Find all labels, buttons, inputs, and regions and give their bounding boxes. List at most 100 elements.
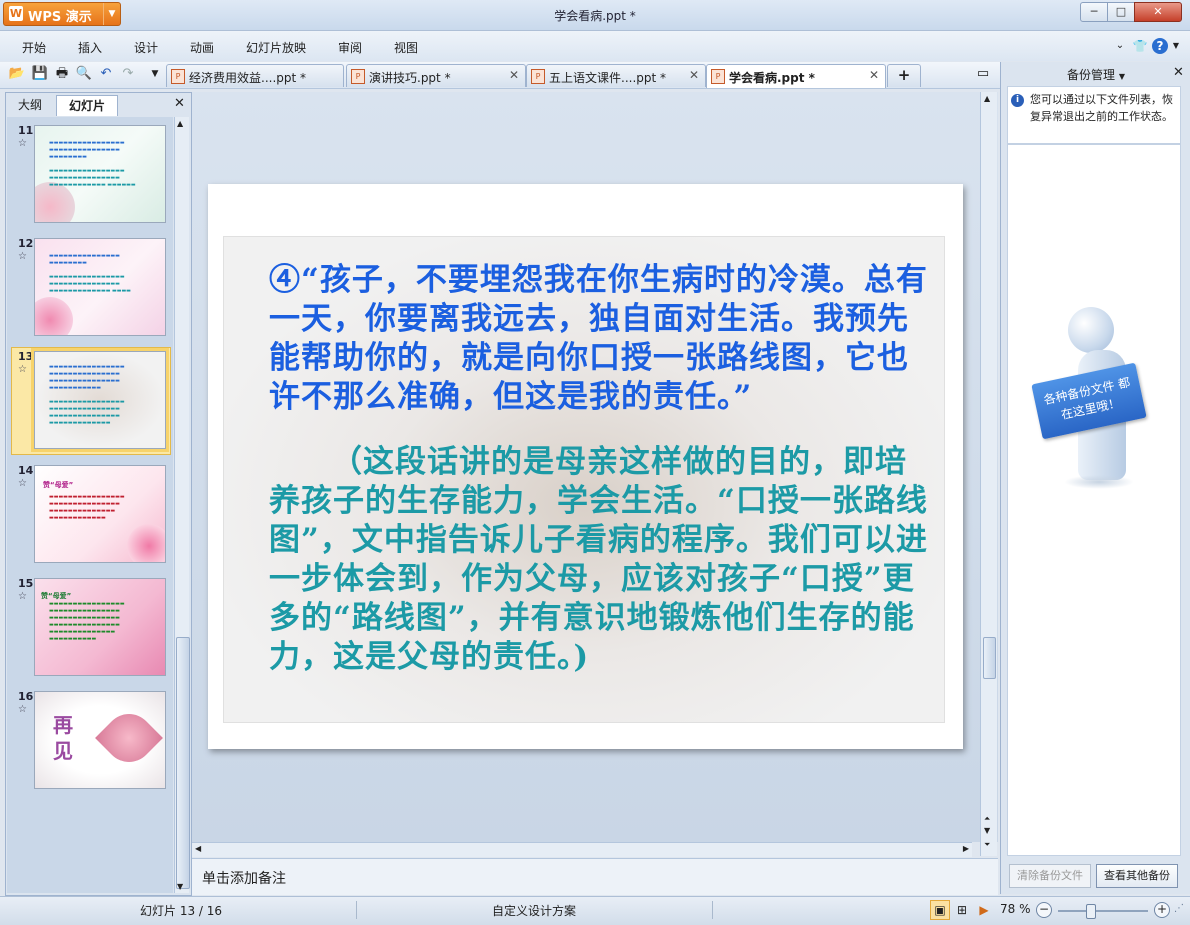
chevron-down-icon[interactable]: ⌄ [1112,38,1128,54]
slideshow-view-icon[interactable]: ▶ [974,900,994,920]
slide-thumbnail-12[interactable]: ▬▬▬▬▬▬▬▬▬▬▬▬▬▬▬ ▬▬▬▬▬▬▬▬ ▬▬▬▬▬▬▬▬▬▬▬▬▬▬▬▬… [34,238,166,336]
menu-animation[interactable]: 动画 [190,39,214,56]
menu-start[interactable]: 开始 [22,39,46,56]
tab-document-2[interactable]: P 演讲技巧.ppt * ✕ [346,64,526,87]
panel-title[interactable]: 备份管理 ▼ [1001,66,1190,83]
slide-editor: ④“孩子，不要埋怨我在你生病时的冷漠。总有一天，你要离我远去，独自面对生活。我预… [192,92,998,842]
slide-thumbnail-14[interactable]: 赞“母爱” ▬▬▬▬▬▬▬▬▬▬▬▬▬▬▬▬ ▬▬▬▬▬▬▬▬▬▬▬▬▬▬▬ ▬… [34,465,166,563]
print-icon[interactable]: 🖶 [53,65,71,83]
star-icon[interactable]: ☆ [18,251,27,262]
zoom-in-icon[interactable]: + [1154,902,1170,918]
open-folder-icon[interactable]: 📂 [8,65,26,83]
notes-placeholder[interactable]: 单击添加备注 [202,868,286,888]
tab-list-icon[interactable]: ▭ [974,65,992,83]
info-text: 您可以通过以下文件列表，恢复异常退出之前的工作状态。 [1030,93,1173,123]
help-dropdown-icon[interactable]: ▼ [1168,38,1184,54]
figure-shadow [1064,475,1134,489]
save-icon[interactable]: 💾 [31,65,49,83]
clear-backup-button[interactable]: 清除备份文件 [1009,864,1091,888]
slide-number: 15 [18,577,34,590]
close-panel-icon[interactable]: ✕ [174,96,185,111]
close-panel-icon[interactable]: ✕ [1173,65,1184,80]
minimize-button[interactable]: ─ [1080,2,1108,22]
quick-access-toolbar: 📂 💾 🖶 🔍 ↶ ↷ ▼ P 经济费用效益....ppt * P 演讲技巧.p… [0,62,1000,89]
undo-icon[interactable]: ↶ [97,65,115,83]
tab-label: 经济费用效益....ppt * [189,71,307,85]
shirt-skin-icon[interactable]: 👕 [1132,38,1148,54]
status-bar: 幻灯片 13 / 16 自定义设计方案 ▣ ⊞ ▶ 78 % − + ⋰ [0,896,1190,925]
tab-outline[interactable]: 大纲 [8,95,52,115]
notes-pane[interactable]: 单击添加备注 [192,858,998,895]
tab-document-active[interactable]: P 学会看病.ppt * ✕ [706,64,886,88]
view-other-backups-button[interactable]: 查看其他备份 [1096,864,1178,888]
menu-view[interactable]: 视图 [394,39,418,56]
menu-insert[interactable]: 插入 [78,39,102,56]
slide-canvas[interactable]: ④“孩子，不要埋怨我在你生病时的冷漠。总有一天，你要离我远去，独自面对生活。我预… [208,184,963,749]
zoom-slider[interactable] [1058,910,1148,912]
menu-design[interactable]: 设计 [134,39,158,56]
zoom-slider-handle[interactable] [1086,904,1096,919]
thumbnail-text-lines: ▬▬▬▬▬▬▬▬▬▬▬▬▬▬▬▬ ▬▬▬▬▬▬▬▬▬▬▬▬▬▬▬ ▬▬▬▬▬▬▬… [49,364,125,426]
scrollbar-thumb[interactable] [176,637,190,889]
help-icon[interactable]: ? [1152,38,1168,54]
scroll-up-icon[interactable]: ▲ [984,94,990,103]
slide-thumbnail-15[interactable]: 赞“母爱” ▬▬▬▬▬▬▬▬▬▬▬▬▬▬▬▬ ▬▬▬▬▬▬▬▬▬▬▬▬▬▬▬ ▬… [34,578,166,676]
tab-document-3[interactable]: P 五上语文课件....ppt * ✕ [526,64,706,87]
slide-thumbnail-11[interactable]: ▬▬▬▬▬▬▬▬▬▬▬▬▬▬▬▬ ▬▬▬▬▬▬▬▬▬▬▬▬▬▬▬ ▬▬▬▬▬▬▬… [34,125,166,223]
thumbnail-title: 赞“母爱” [41,592,72,600]
star-icon[interactable]: ☆ [18,478,27,489]
slide-thumbnail-13[interactable]: ▬▬▬▬▬▬▬▬▬▬▬▬▬▬▬▬ ▬▬▬▬▬▬▬▬▬▬▬▬▬▬▬ ▬▬▬▬▬▬▬… [34,351,166,449]
backup-file-list[interactable]: 各种备份文件 都在这里哦！ [1007,144,1181,856]
scroll-left-icon[interactable]: ◀ [195,844,201,853]
slide-number: 16 [18,690,34,703]
tab-label: 学会看病.ppt * [729,71,815,85]
customize-dropdown-icon[interactable]: ▼ [146,65,164,83]
menu-slideshow[interactable]: 幻灯片放映 [246,39,306,56]
previous-slide-icon[interactable]: ⏶ [984,814,990,824]
tab-label: 五上语文课件....ppt * [549,71,667,85]
slides-panel: 大纲 幻灯片 ✕ 11 ☆ ▬▬▬▬▬▬▬▬▬▬▬▬▬▬▬▬ ▬▬▬▬▬▬▬▬▬… [5,92,192,896]
redo-icon[interactable]: ↷ [119,65,137,83]
tab-document-1[interactable]: P 经济费用效益....ppt * [166,64,344,87]
zoom-level[interactable]: 78 % [1000,902,1031,916]
resize-grip-icon[interactable]: ⋰ [1174,903,1184,914]
scroll-down-icon[interactable]: ▼ [984,826,990,835]
editor-horizontal-scrollbar[interactable]: ◀ ▶ [192,842,972,857]
ppt-file-icon: P [711,69,725,84]
maximize-button[interactable]: □ [1107,2,1135,22]
print-preview-icon[interactable]: 🔍 [75,65,93,83]
slide-text-box[interactable]: ④“孩子，不要埋怨我在你生病时的冷漠。总有一天，你要离我远去，独自面对生活。我预… [223,236,945,723]
thumbnail-text-lines: ▬▬▬▬▬▬▬▬▬▬▬▬▬▬▬▬ ▬▬▬▬▬▬▬▬▬▬▬▬▬▬▬ ▬▬▬▬▬▬▬… [49,494,125,521]
sign-text: 各种备份文件 都在这里哦！ [1042,375,1132,422]
slide-sorter-view-icon[interactable]: ⊞ [952,900,972,920]
normal-view-icon[interactable]: ▣ [930,900,950,920]
thumbnail-scrollbar[interactable]: ▲ ▼ [174,117,190,893]
tab-slides[interactable]: 幻灯片 [56,95,118,116]
scroll-down-icon[interactable]: ▼ [177,882,183,891]
title-bar: W WPS 演示 ▼ 学会看病.ppt * ─ □ ✕ [0,0,1190,31]
star-icon[interactable]: ☆ [18,704,27,715]
scroll-up-icon[interactable]: ▲ [177,119,183,128]
close-window-button[interactable]: ✕ [1134,2,1182,22]
new-tab-button[interactable]: + [887,64,921,87]
close-tab-icon[interactable]: ✕ [689,68,699,82]
menu-review[interactable]: 审阅 [338,39,362,56]
star-icon[interactable]: ☆ [18,364,27,375]
design-scheme[interactable]: 自定义设计方案 [492,902,576,919]
slide-paragraph-quote[interactable]: ④“孩子，不要埋怨我在你生病时的冷漠。总有一天，你要离我远去，独自面对生活。我预… [269,261,929,417]
flower-decoration [35,297,73,335]
thumbnail-text-lines: ▬▬▬▬▬▬▬▬▬▬▬▬▬▬▬ ▬▬▬▬▬▬▬▬ ▬▬▬▬▬▬▬▬▬▬▬▬▬▬▬▬… [49,253,131,294]
zoom-out-icon[interactable]: − [1036,902,1052,918]
slide-thumbnail-16[interactable]: 再见 [34,691,166,789]
scroll-right-icon[interactable]: ▶ [963,844,969,853]
ppt-file-icon: P [171,69,185,84]
star-icon[interactable]: ☆ [18,591,27,602]
close-tab-icon[interactable]: ✕ [509,68,519,82]
slide-paragraph-explanation[interactable]: （这段话讲的是母亲这样做的目的，即培养孩子的生存能力，学会生活。“口授一张路线图… [269,443,929,677]
star-icon[interactable]: ☆ [18,138,27,149]
close-tab-icon[interactable]: ✕ [869,68,879,82]
scrollbar-thumb[interactable] [983,637,996,679]
info-icon: i [1011,94,1024,107]
next-slide-icon[interactable]: ⏷ [984,840,990,850]
editor-vertical-scrollbar[interactable]: ▲ ⏶ ▼ ⏷ [980,92,997,856]
